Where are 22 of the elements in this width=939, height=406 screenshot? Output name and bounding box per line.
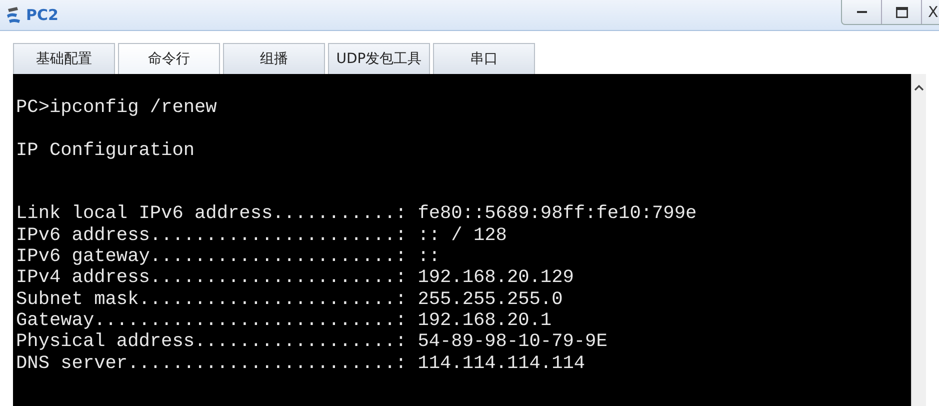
console-line: Subnet mask.......................: 255.255.255.0 [16, 288, 563, 310]
console-line: IPv6 gateway......................: :: [16, 246, 440, 268]
console-line: Link local IPv6 address...........: fe80::5689:98ff:fe10:799e [16, 203, 697, 225]
console-line: IPv4 address......................: 192.168.20.129 [16, 267, 574, 289]
close-button[interactable]: X [922, 0, 939, 24]
console-line: Gateway...........................: 192.168.20.1 [16, 310, 552, 332]
tab[interactable]: 基础配置 [13, 43, 115, 74]
tab[interactable]: UDP发包工具 [328, 43, 430, 74]
tab[interactable]: 串口 [433, 43, 535, 74]
scrollbar[interactable] [911, 74, 926, 406]
window-title: PC2 [26, 6, 58, 24]
console-line: IPv6 address......................: :: / 128 [16, 224, 507, 246]
minimize-icon[interactable] [856, 11, 866, 13]
tab[interactable]: 命令行 [118, 43, 220, 74]
maximize-icon[interactable] [896, 6, 908, 18]
console-line: Physical address..................: 54-89-98-10-79-9E [16, 331, 608, 353]
console-line: PC>ipconfig /renew [16, 97, 217, 118]
scroll-up-icon[interactable] [914, 84, 924, 91]
tab[interactable]: 组播 [223, 43, 325, 74]
console-line: DNS server........................: 114.114.114.114 [16, 352, 586, 374]
console-line: IP Configuration [16, 140, 195, 161]
network-icon [5, 5, 23, 25]
